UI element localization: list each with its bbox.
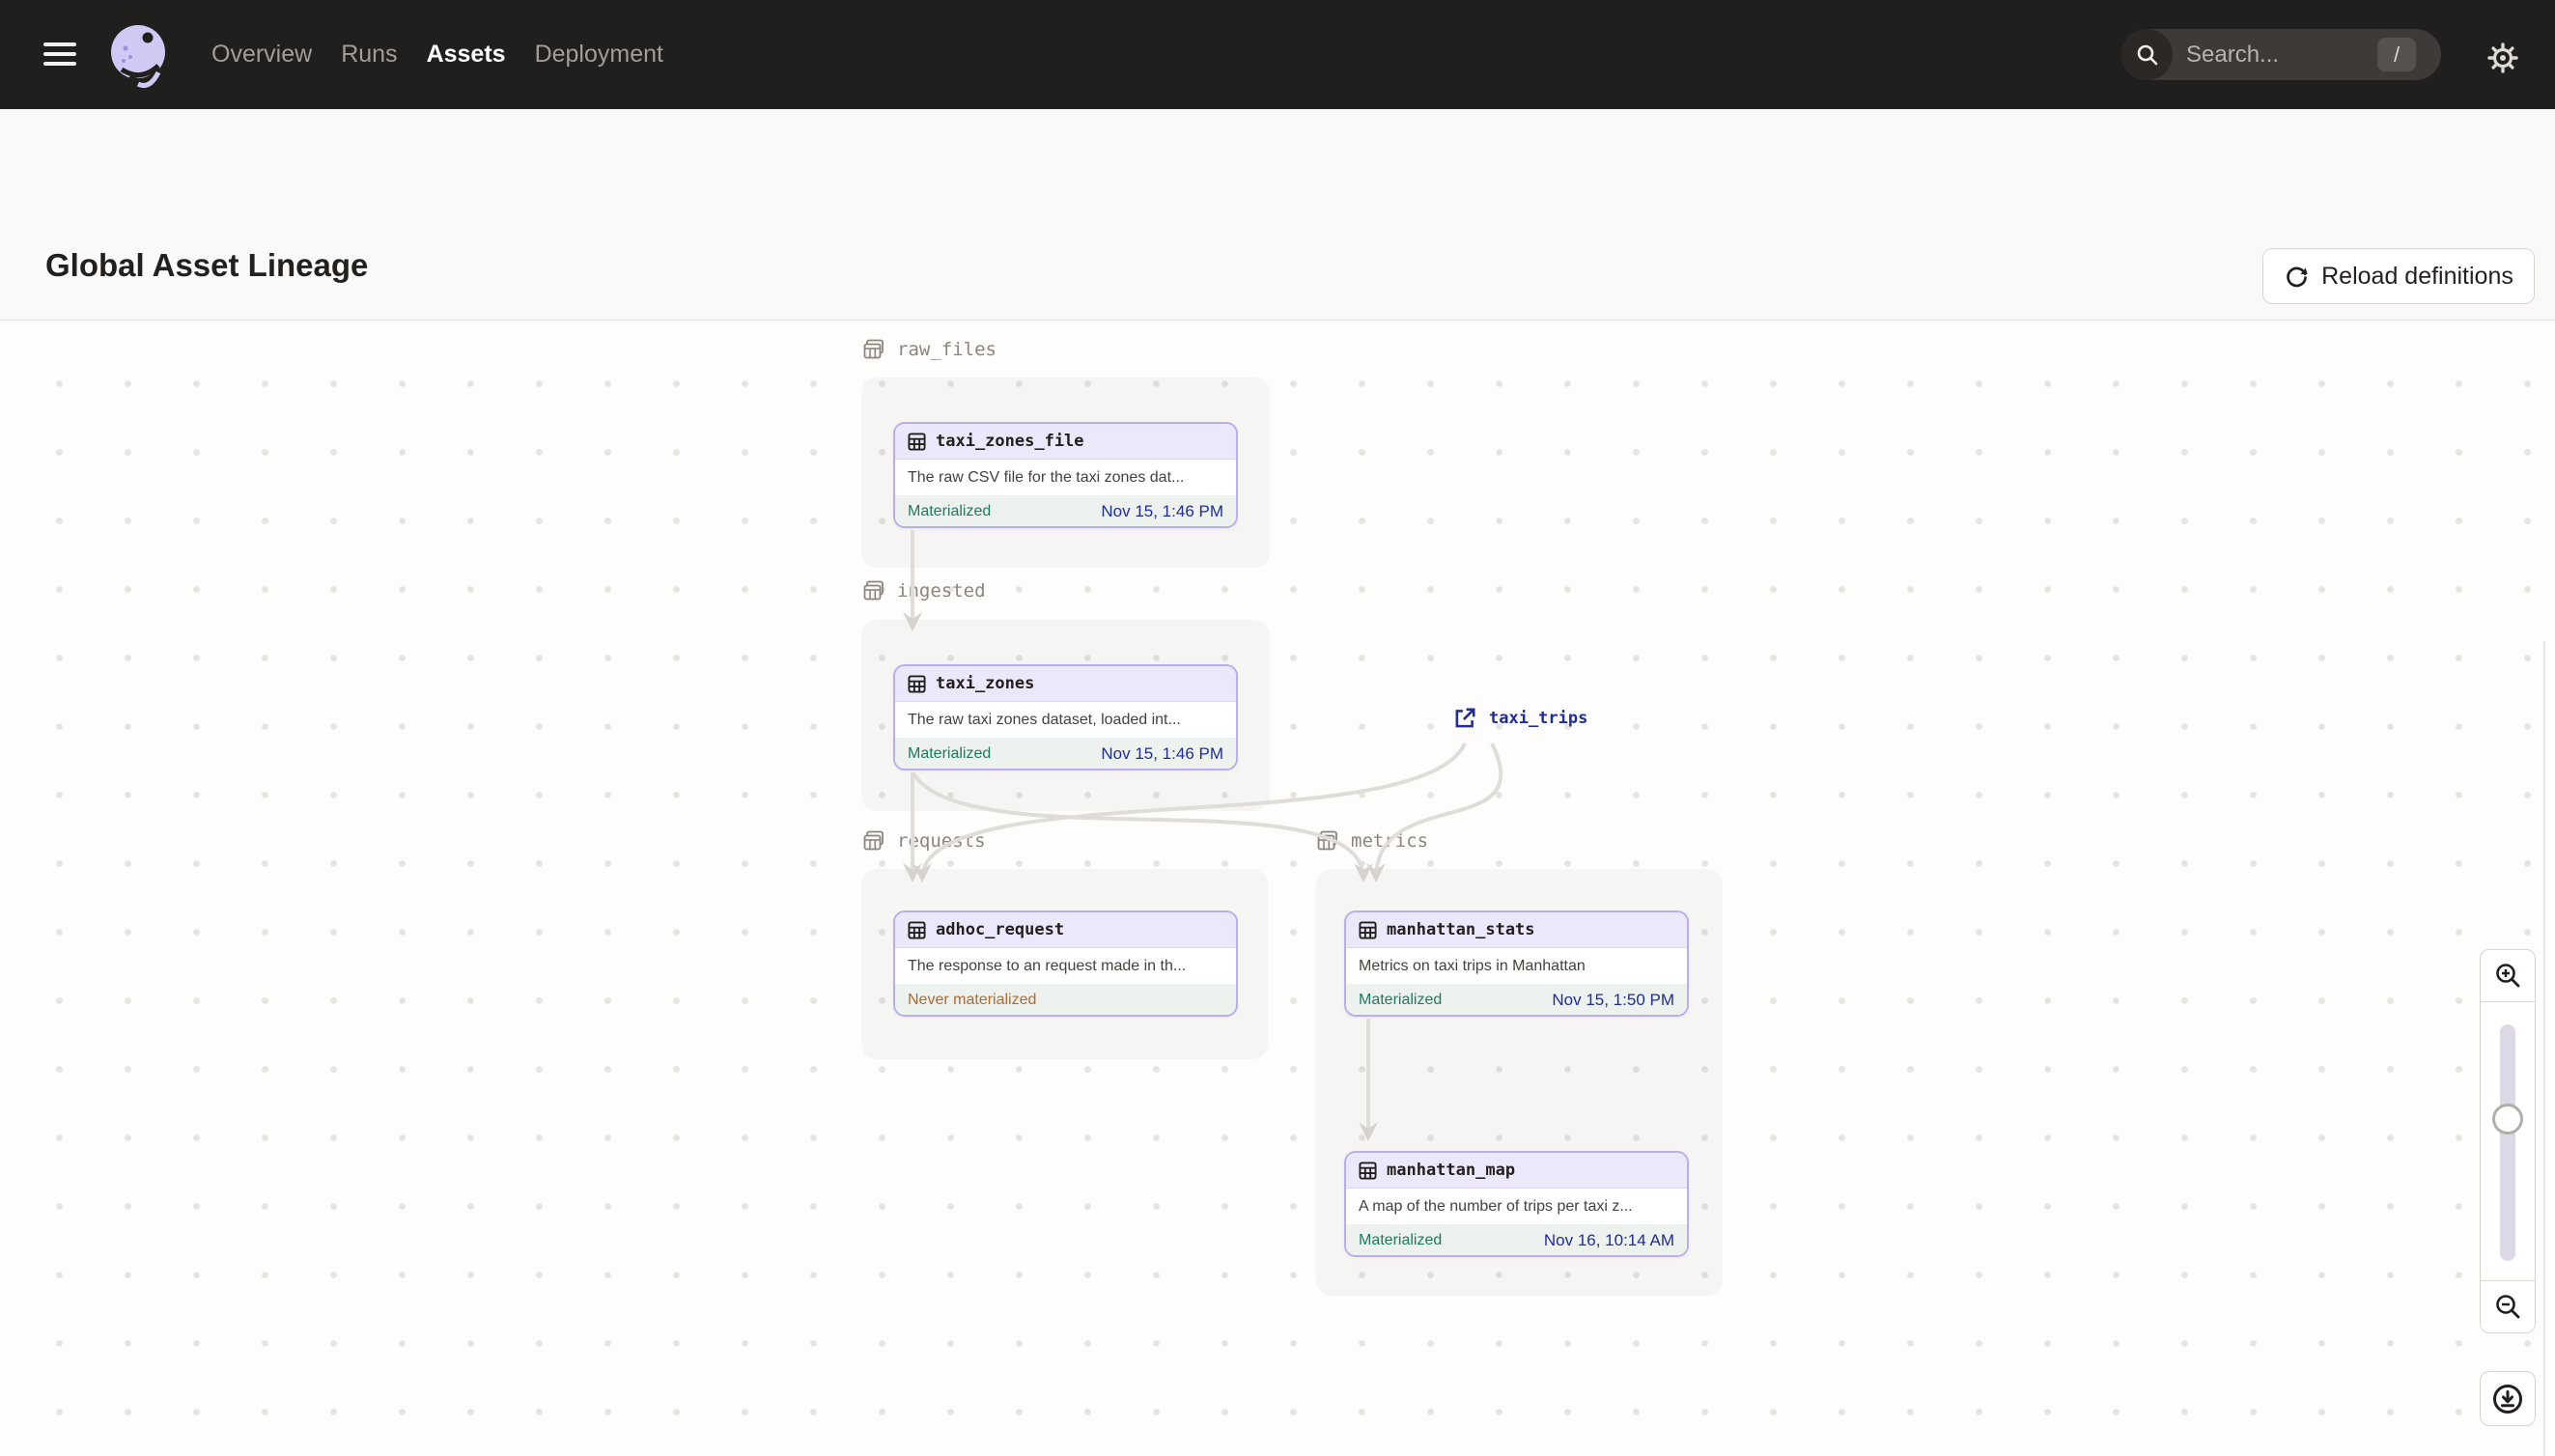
asset-status-bar: Materialized Nov 15, 1:50 PM xyxy=(1346,984,1687,1015)
status-badge: Materialized xyxy=(1359,992,1443,1008)
download-image-button[interactable] xyxy=(2480,1371,2536,1426)
asset-status-bar: Materialized Nov 15, 1:46 PM xyxy=(895,738,1236,769)
table-icon xyxy=(908,432,926,451)
asset-description: The response to an request made in th... xyxy=(908,957,1187,974)
search-shortcut-badge: / xyxy=(2377,38,2416,71)
asset-node-adhoc-request[interactable]: adhoc_request The response to an request… xyxy=(893,910,1238,1017)
page-header-panel: Global Asset Lineage Reload definitions … xyxy=(0,109,2555,406)
status-badge: Materialized xyxy=(1359,1232,1443,1248)
hamburger-menu-icon[interactable] xyxy=(43,37,76,71)
asset-description: A map of the number of trips per taxi z.… xyxy=(1359,1197,1633,1215)
asset-name: taxi_zones_file xyxy=(936,432,1084,451)
right-panel-divider xyxy=(2543,641,2555,1456)
status-badge: Never materialized xyxy=(908,992,1037,1008)
global-search[interactable]: / xyxy=(2121,29,2441,80)
nav-item-runs[interactable]: Runs xyxy=(341,41,397,69)
asset-name: taxi_zones xyxy=(936,674,1035,693)
zoom-in-button[interactable] xyxy=(2481,950,2535,1002)
zoom-out-icon xyxy=(2496,1294,2520,1318)
nav-item-overview[interactable]: Overview xyxy=(211,41,312,69)
asset-description: The raw taxi zones dataset, loaded int..… xyxy=(908,711,1181,728)
asset-description: Metrics on taxi trips in Manhattan xyxy=(1359,957,1586,974)
asset-name: adhoc_request xyxy=(936,920,1065,939)
zoom-slider[interactable] xyxy=(2481,1002,2535,1280)
asset-node-taxi-zones[interactable]: taxi_zones The raw taxi zones dataset, l… xyxy=(893,664,1238,770)
settings-gear-icon[interactable] xyxy=(2484,39,2522,77)
table-icon xyxy=(1359,920,1377,939)
asset-node-header[interactable]: taxi_zones xyxy=(895,666,1236,702)
zoom-slider-thumb[interactable] xyxy=(2492,1104,2523,1134)
top-nav-bar: Overview Runs Assets Deployment / xyxy=(0,0,2555,109)
search-icon xyxy=(2121,29,2173,80)
status-badge: Materialized xyxy=(908,745,992,762)
asset-node-manhattan-map[interactable]: manhattan_map A map of the number of tri… xyxy=(1344,1151,1689,1257)
page-title: Global Asset Lineage xyxy=(45,247,369,283)
search-input[interactable] xyxy=(2186,41,2341,69)
materialization-timestamp: Nov 15, 1:46 PM xyxy=(1101,744,1223,763)
materialization-timestamp: Nov 15, 1:46 PM xyxy=(1101,502,1223,520)
zoom-controls xyxy=(2480,949,2536,1333)
asset-name: manhattan_map xyxy=(1387,1161,1516,1180)
zoom-out-button[interactable] xyxy=(2481,1280,2535,1332)
download-icon xyxy=(2493,1384,2522,1414)
table-icon xyxy=(908,920,926,939)
nav-links: Overview Runs Assets Deployment xyxy=(211,0,663,109)
zoom-slider-rail[interactable] xyxy=(2500,1024,2515,1261)
materialization-timestamp: Nov 15, 1:50 PM xyxy=(1552,991,1674,1009)
asset-node-header[interactable]: manhattan_stats xyxy=(1346,912,1687,948)
asset-name: manhattan_stats xyxy=(1387,920,1535,939)
reload-icon xyxy=(2287,266,2308,287)
reload-definitions-button[interactable]: Reload definitions xyxy=(2262,248,2535,304)
dagster-logo[interactable] xyxy=(106,22,170,90)
zoom-in-icon xyxy=(2496,963,2520,987)
external-link-icon xyxy=(1455,708,1475,728)
asset-node-manhattan-stats[interactable]: manhattan_stats Metrics on taxi trips in… xyxy=(1344,910,1689,1017)
asset-node-header[interactable]: taxi_zones_file xyxy=(895,424,1236,460)
lineage-edges xyxy=(903,530,1502,1141)
table-icon xyxy=(1359,1161,1377,1180)
lineage-canvas[interactable]: raw_files ingested requests metrics taxi… xyxy=(0,321,2555,1456)
status-badge: Materialized xyxy=(908,503,992,519)
asset-status-bar: Materialized Nov 16, 10:14 AM xyxy=(1346,1224,1687,1255)
asset-status-bar: Never materialized xyxy=(895,984,1236,1015)
asset-description: The raw CSV file for the taxi zones dat.… xyxy=(908,468,1185,486)
asset-node-taxi-zones-file[interactable]: taxi_zones_file The raw CSV file for the… xyxy=(893,422,1238,528)
reload-definitions-label: Reload definitions xyxy=(2321,262,2513,290)
nav-item-assets[interactable]: Assets xyxy=(427,41,506,69)
nav-item-deployment[interactable]: Deployment xyxy=(535,41,663,69)
asset-node-header[interactable]: manhattan_map xyxy=(1346,1153,1687,1189)
table-icon xyxy=(908,674,926,693)
external-asset-name: taxi_trips xyxy=(1489,709,1588,728)
asset-node-header[interactable]: adhoc_request xyxy=(895,912,1236,948)
materialization-timestamp: Nov 16, 10:14 AM xyxy=(1543,1231,1674,1249)
asset-status-bar: Materialized Nov 15, 1:46 PM xyxy=(895,495,1236,526)
external-asset-taxi-trips[interactable]: taxi_trips xyxy=(1452,706,1587,731)
